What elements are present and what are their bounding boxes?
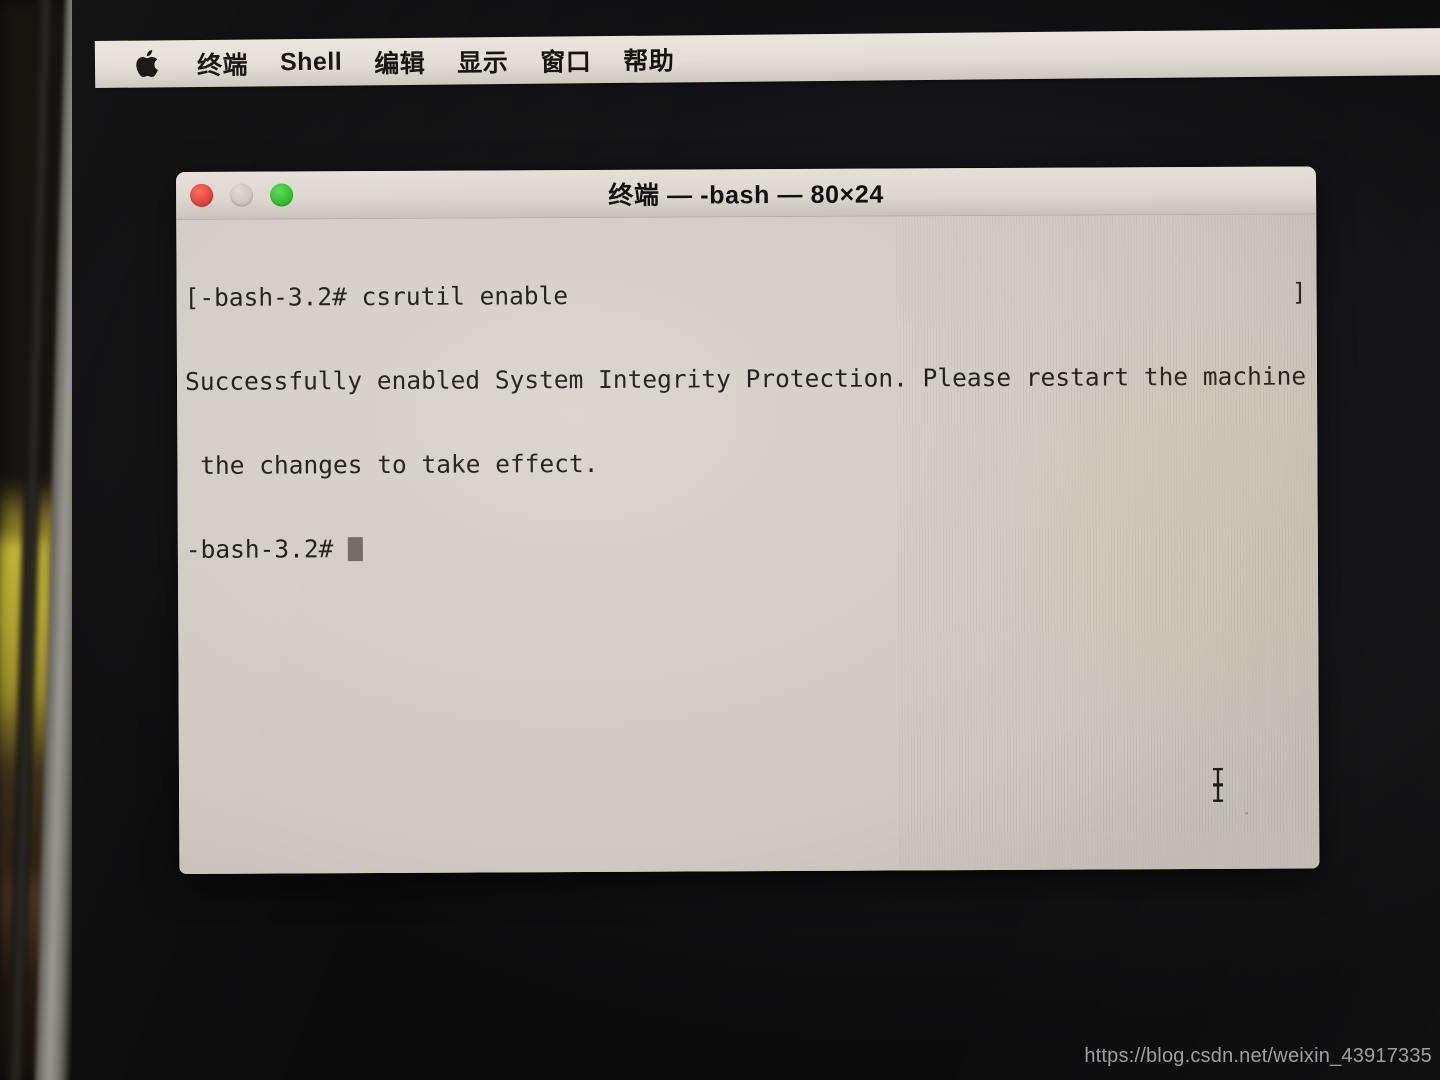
block-cursor xyxy=(348,537,364,562)
apple-logo-icon[interactable] xyxy=(95,48,167,80)
menu-item-help[interactable]: 帮助 xyxy=(607,41,690,78)
photo-of-laptop-screen: 终端 Shell 编辑 显示 窗口 帮助 终端 — -bash — 80×24 … xyxy=(0,0,1440,1080)
terminal-line: -bash-3.2# xyxy=(186,530,1314,564)
minimize-button[interactable] xyxy=(230,183,254,207)
i-beam-cursor xyxy=(1210,767,1226,803)
terminal-window[interactable]: 终端 — -bash — 80×24 [-bash-3.2# csrutil e… xyxy=(176,166,1320,874)
close-button[interactable] xyxy=(190,183,214,207)
terminal-content-area[interactable]: [-bash-3.2# csrutil enable] Successfully… xyxy=(176,214,1320,874)
terminal-line: [-bash-3.2# csrutil enable] xyxy=(184,277,1313,312)
watermark: https://blog.csdn.net/weixin_43917335 xyxy=(1084,1045,1432,1067)
menu-item-edit[interactable]: 编辑 xyxy=(358,43,441,80)
menu-item-view[interactable]: 显示 xyxy=(441,42,524,79)
window-title: 终端 — -bash — 80×24 xyxy=(608,180,884,210)
traffic-light-buttons[interactable] xyxy=(190,171,294,219)
terminal-line: the changes to take effect. xyxy=(185,446,1313,480)
menu-item-shell[interactable]: Shell xyxy=(264,47,359,77)
dust-speck xyxy=(1245,811,1249,815)
zoom-button[interactable] xyxy=(270,183,294,207)
terminal-line-text: [-bash-3.2# csrutil enable xyxy=(184,281,569,312)
terminal-line-text: Successfully enabled System Integrity Pr… xyxy=(184,361,1320,396)
terminal-line: Successfully enabled System Integrity Pr… xyxy=(185,361,1313,395)
terminal-output: [-bash-3.2# csrutil enable] Successfully… xyxy=(184,222,1314,620)
menu-item-terminal[interactable]: 终端 xyxy=(167,45,264,82)
terminal-line-text: the changes to take effect. xyxy=(185,448,599,480)
menu-item-window[interactable]: 窗口 xyxy=(524,42,607,79)
terminal-trailing-bracket: ] xyxy=(1291,277,1307,307)
window-titlebar[interactable]: 终端 — -bash — 80×24 xyxy=(176,166,1317,220)
terminal-line-text: -bash-3.2# xyxy=(185,534,349,564)
